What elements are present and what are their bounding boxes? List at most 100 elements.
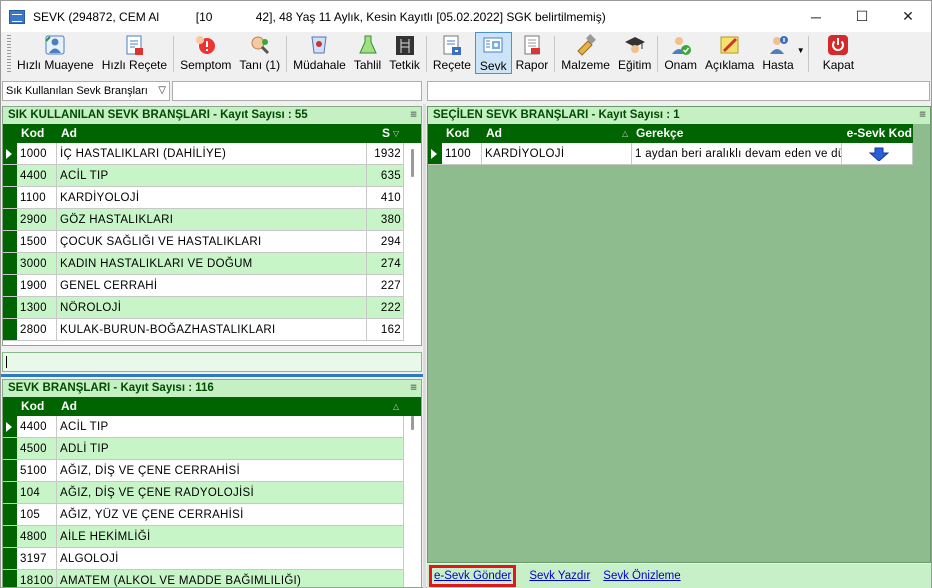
col-kod[interactable]: Kod	[17, 397, 57, 416]
branches-scrollbar[interactable]	[404, 416, 421, 587]
col-kod[interactable]: Kod	[17, 124, 57, 143]
cell-kod: 3000	[17, 253, 57, 274]
table-row[interactable]: 1100 KARDİYOLOJİ 410	[3, 187, 421, 209]
horizontal-splitter[interactable]	[1, 374, 423, 377]
table-row[interactable]: 4400 ACİL TIP 635	[3, 165, 421, 187]
panel-menu-icon[interactable]: ≡	[410, 107, 417, 124]
sevk-window: SEVK (294872, CEM Al [10 42], 48 Yaş 11 …	[0, 0, 932, 588]
close-form-button[interactable]: Kapat	[819, 32, 858, 74]
cell-gerekce[interactable]: 1 aydan beri aralıklı devam eden ve düş	[632, 143, 842, 164]
table-row[interactable]: 1900 GENEL CERRAHİ 227	[3, 275, 421, 297]
table-row[interactable]: 4400 ACİL TIP	[3, 416, 421, 438]
table-row[interactable]: 104 AĞIZ, DİŞ VE ÇENE RADYOLOJİSİ	[3, 482, 421, 504]
panel-menu-icon[interactable]: ≡	[410, 380, 417, 397]
branch-search-input[interactable]	[2, 352, 422, 372]
table-row[interactable]: 18100 AMATEM (ALKOL VE MADDE BAĞIMLILIĞI)	[3, 570, 421, 587]
branch-filter-combo[interactable]: Sık Kullanılan Sevk Branşları ▽	[2, 81, 170, 101]
power-icon	[826, 33, 850, 57]
doctor-icon	[43, 33, 67, 57]
scroll-thumb[interactable]	[411, 416, 414, 430]
education-button[interactable]: Eğitim	[614, 32, 655, 74]
note-icon	[718, 33, 742, 57]
table-row[interactable]: 4800 AİLE HEKİMLİĞİ	[3, 526, 421, 548]
table-row[interactable]: 1500 ÇOCUK SAĞLIĞI VE HASTALIKLARI 294	[3, 231, 421, 253]
symptom-label: Semptom	[180, 58, 232, 72]
education-label: Eğitim	[617, 58, 652, 72]
window-controls: ─ ☐ ✕	[793, 1, 931, 32]
quick-exam-button[interactable]: Hızlı Muayene	[13, 32, 98, 74]
table-row[interactable]: 5100 AĞIZ, DİŞ VE ÇENE CERRAHİSİ	[3, 460, 421, 482]
table-row[interactable]: 2800 KULAK-BURUN-BOĞAZHASTALIKLARI 162	[3, 319, 421, 341]
referral-preview-link[interactable]: Sevk Önizleme	[603, 570, 680, 582]
vertical-splitter[interactable]	[423, 104, 426, 588]
col-kod[interactable]: Kod	[442, 124, 482, 143]
cell-s: 380	[367, 209, 404, 230]
quick-prescription-button[interactable]: Hızlı Reçete	[98, 32, 171, 74]
cell-esevk-kod[interactable]	[842, 143, 913, 164]
prescription-button[interactable]: Reçete	[429, 32, 475, 74]
col-esevk-kod[interactable]: e-Sevk Kod	[840, 124, 912, 143]
bottom-action-bar: e-Sevk Gönder Sevk Yazdır Sevk Önizleme	[427, 564, 931, 588]
cell-s: 274	[367, 253, 404, 274]
maximize-button[interactable]: ☐	[839, 1, 885, 32]
branches-panel: SEVK BRANŞLARI - Kayıt Sayısı : 116 ≡ Ko…	[2, 379, 422, 588]
frequent-search-input[interactable]	[172, 81, 422, 101]
frequent-scrollbar[interactable]	[404, 143, 421, 345]
col-ad[interactable]: Ad	[482, 124, 632, 143]
xray-icon	[393, 33, 417, 57]
scroll-thumb[interactable]	[411, 149, 414, 177]
cell-s: 162	[367, 319, 404, 340]
col-ad[interactable]: Ad	[57, 397, 397, 416]
cell-kod: 1900	[17, 275, 57, 296]
patient-button[interactable]: Hasta ▼	[758, 32, 805, 74]
flask-icon	[356, 33, 380, 57]
referral-button[interactable]: Sevk	[474, 32, 512, 74]
row-selector	[3, 297, 17, 318]
cell-s: 222	[367, 297, 404, 318]
cell-ad: ACİL TIP	[57, 165, 367, 186]
minimize-button[interactable]: ─	[793, 1, 839, 32]
patient-icon	[766, 33, 790, 57]
lab-test-button[interactable]: Tahlil	[350, 32, 385, 74]
table-row[interactable]: 2900 GÖZ HASTALIKLARI 380	[3, 209, 421, 231]
table-row[interactable]: 3197 ALGOLOJİ	[3, 548, 421, 570]
down-arrow-icon[interactable]	[868, 147, 889, 161]
material-button[interactable]: Malzeme	[557, 32, 614, 74]
esevk-send-link[interactable]: e-Sevk Gönder	[429, 565, 517, 587]
row-selector	[3, 438, 17, 459]
diagnosis-button[interactable]: Tanı (1)	[235, 32, 284, 74]
table-row[interactable]: 3000 KADIN HASTALIKLARI VE DOĞUM 274	[3, 253, 421, 275]
col-gerekce[interactable]: Gerekçe	[632, 124, 840, 143]
table-row[interactable]: 1300 NÖROLOJİ 222	[3, 297, 421, 319]
frequent-grid-header: Kod Ad S ▽	[3, 124, 421, 143]
intervention-button[interactable]: Müdahale	[289, 32, 350, 74]
referral-print-link[interactable]: Sevk Yazdır	[529, 570, 590, 582]
imaging-button[interactable]: Tetkik	[385, 32, 424, 74]
table-row[interactable]: 105 AĞIZ, YÜZ VE ÇENE CERRAHİSİ	[3, 504, 421, 526]
referral-label: Sevk	[479, 59, 507, 73]
table-row[interactable]: 1100 KARDİYOLOJİ 1 aydan beri aralıklı d…	[428, 143, 913, 165]
col-ad[interactable]: Ad	[57, 124, 367, 143]
note-button[interactable]: Açıklama	[701, 32, 758, 74]
selected-search-input[interactable]	[427, 81, 930, 101]
panel-menu-icon[interactable]: ≡	[919, 107, 926, 124]
consent-button[interactable]: Onam	[660, 32, 701, 74]
cell-ad: ADLİ TIP	[57, 438, 404, 459]
toolbar-separator	[286, 36, 288, 72]
table-row[interactable]: 1000 İÇ HASTALIKLARI (DAHİLİYE) 1932	[3, 143, 421, 165]
cell-ad: KULAK-BURUN-BOĞAZHASTALIKLARI	[57, 319, 367, 340]
table-row[interactable]: 4500 ADLİ TIP	[3, 438, 421, 460]
row-selector	[3, 209, 17, 230]
symptom-button[interactable]: Semptom	[176, 32, 235, 74]
title-bar: SEVK (294872, CEM Al [10 42], 48 Yaş 11 …	[1, 1, 931, 32]
toolbar-grip	[7, 35, 11, 73]
toolbar: Hızlı Muayene Hızlı Reçete Semptom Tanı …	[1, 32, 931, 77]
report-button[interactable]: Rapor	[512, 32, 553, 74]
cell-kod: 1100	[17, 187, 57, 208]
cell-kod: 1500	[17, 231, 57, 252]
close-button[interactable]: ✕	[885, 1, 931, 32]
patient-dropdown-icon[interactable]: ▼	[797, 46, 805, 55]
cell-s: 410	[367, 187, 404, 208]
header-selector	[3, 397, 17, 416]
row-selector	[428, 143, 442, 164]
